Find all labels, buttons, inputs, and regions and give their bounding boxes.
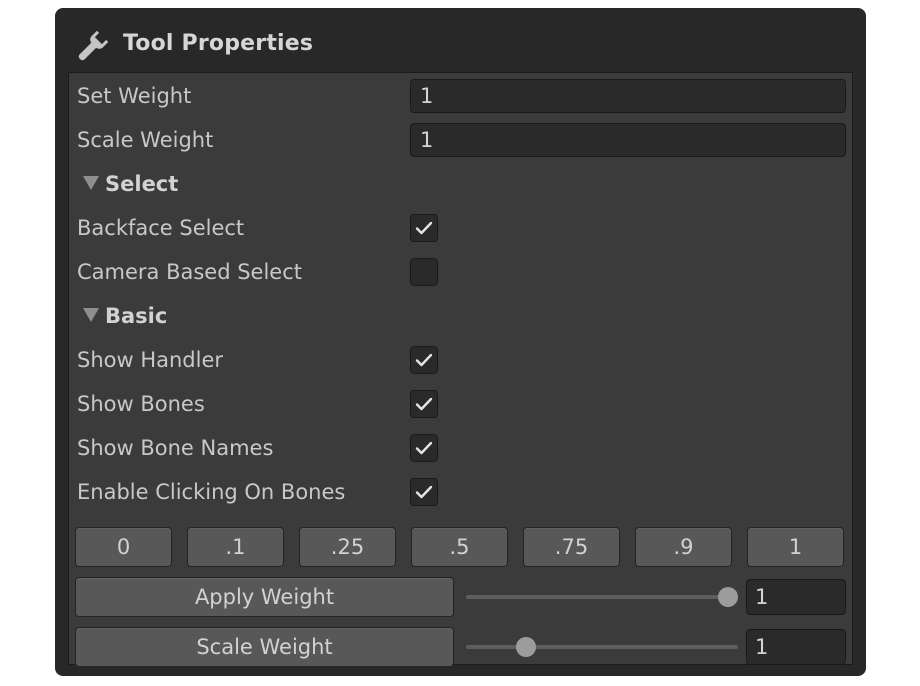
show-bones-checkbox[interactable] (410, 390, 438, 418)
triangle-down-icon (83, 308, 99, 322)
scale-weight-button[interactable]: Scale Weight (75, 627, 454, 667)
basic-section-header[interactable]: Basic (83, 302, 167, 330)
select-section-title: Select (105, 172, 179, 196)
preset-button-0-25[interactable]: .25 (299, 527, 396, 567)
properties-content: Set Weight 1 Scale Weight 1 Select Backf… (68, 72, 853, 667)
show-handler-label: Show Handler (77, 348, 224, 372)
camera-based-select-label: Camera Based Select (77, 260, 303, 284)
checkmark-icon (415, 353, 433, 367)
camera-based-select-checkbox[interactable] (410, 258, 438, 286)
show-bones-label: Show Bones (77, 392, 205, 416)
scale-weight-slider-handle[interactable] (516, 637, 537, 657)
preset-button-0-1[interactable]: .1 (187, 527, 284, 567)
panel-header: Tool Properties (55, 8, 866, 76)
apply-weight-slider-track[interactable] (466, 595, 738, 599)
backface-select-label: Backface Select (77, 216, 245, 240)
show-bone-names-label: Show Bone Names (77, 436, 274, 460)
apply-weight-value-field[interactable]: 1 (746, 579, 846, 615)
preset-button-1[interactable]: 1 (747, 527, 844, 567)
apply-weight-slider-handle[interactable] (718, 587, 738, 607)
preset-button-0-75[interactable]: .75 (523, 527, 620, 567)
show-bone-names-checkbox[interactable] (410, 434, 438, 462)
preset-button-0-5[interactable]: .5 (411, 527, 508, 567)
scale-weight-label: Scale Weight (77, 128, 214, 152)
checkmark-icon (415, 441, 433, 455)
basic-section-title: Basic (105, 304, 168, 328)
apply-weight-button[interactable]: Apply Weight (75, 577, 454, 617)
preset-button-0[interactable]: 0 (75, 527, 172, 567)
checkmark-icon (415, 397, 433, 411)
checkmark-icon (415, 485, 433, 499)
scale-weight-field[interactable]: 1 (410, 123, 846, 157)
show-handler-checkbox[interactable] (410, 346, 438, 374)
preset-button-0-9[interactable]: .9 (635, 527, 732, 567)
select-section-header[interactable]: Select (83, 170, 178, 198)
backface-select-checkbox[interactable] (410, 214, 438, 242)
wrench-icon (78, 30, 109, 61)
scale-weight-slider-track[interactable] (466, 645, 738, 649)
enable-clicking-on-bones-label: Enable Clicking On Bones (77, 480, 346, 504)
tool-properties-panel: Tool Properties Set Weight 1 Scale Weigh… (55, 8, 866, 676)
set-weight-field[interactable]: 1 (410, 79, 846, 113)
checkmark-icon (415, 221, 433, 235)
set-weight-label: Set Weight (77, 84, 192, 108)
triangle-down-icon (83, 176, 99, 190)
enable-clicking-on-bones-checkbox[interactable] (410, 478, 438, 506)
scale-weight-value-field[interactable]: 1 (746, 629, 846, 665)
panel-title: Tool Properties (123, 31, 314, 56)
